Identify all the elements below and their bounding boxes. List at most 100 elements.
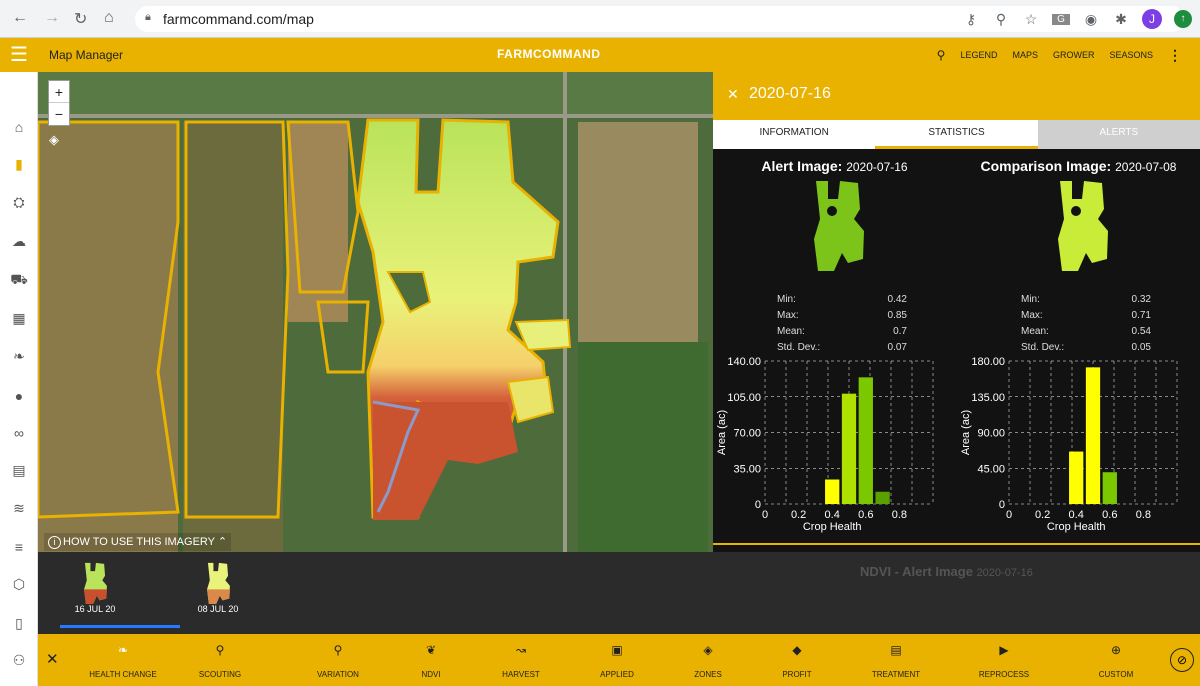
equipment-nav-icon[interactable]: ⛭ [0,194,38,211]
key-icon[interactable]: ⚷ [962,11,980,28]
profit-icon: ◆ [792,643,802,657]
play-icon: ▶ [999,643,1009,657]
layers-icon[interactable]: ◈ [49,132,59,148]
panel-date: 2020-07-16 [749,85,831,102]
imagery-date-label: 16 JUL 20 [74,604,116,614]
field-nav-icon[interactable]: ≡ [0,539,38,555]
x-tick-label: 0.8 [892,509,907,521]
binoculars-nav-icon[interactable]: ∞ [0,425,38,441]
wind-nav-icon[interactable]: ≋ [0,500,38,517]
layer-title: NDVI - Alert Image 2020-07-16 [860,564,1033,579]
bottombar-zones[interactable]: ◈ ZONES [663,634,753,686]
tab-alerts[interactable]: ALERTS [1037,120,1200,149]
x-tick-label: 0.6 [1102,509,1117,521]
bottombar-treatment[interactable]: ▤ TREATMENT [851,634,941,686]
clipboard-nav-icon[interactable]: ▤ [0,462,38,479]
histogram-bar [1085,367,1101,504]
how-to-label: HOW TO USE THIS IMAGERY [63,536,215,548]
bottombar-label: PROFIT [782,670,812,679]
bottombar-scouting[interactable]: ⚲ SCOUTING [175,634,265,686]
imagery-thumbnail [84,562,107,604]
extension-g-icon[interactable]: G [1052,13,1070,25]
lock-icon: 🔒︎ [145,11,151,23]
hide-icon[interactable]: ⊘ [1170,648,1194,672]
star-icon[interactable]: ☆ [1022,11,1040,28]
comparison-image-thumbnail [1058,181,1108,271]
comparison-image-section: Comparison Image: 2020-07-08 Min: 0.32 Ma… [957,149,1200,547]
profile-avatar[interactable]: J [1142,9,1162,29]
nav-seasons[interactable]: SEASONS [1109,50,1153,60]
zoom-out-button[interactable]: − [49,103,69,125]
more-vert-icon[interactable]: ⋮ [1168,47,1182,64]
bottombar-label: HEALTH CHANGE [89,670,157,679]
calendar-nav-icon[interactable]: ▦ [0,310,38,327]
bottombar-ndvi[interactable]: ❦ NDVI [386,634,476,686]
users-nav-icon[interactable]: ⚇ [0,652,38,669]
tractor-nav-icon[interactable]: ⛟ [0,271,38,290]
imagery-card-08-jul[interactable]: 08 JUL 20 [183,560,253,628]
y-tick-label: 105.00 [727,392,761,404]
weight-nav-icon[interactable]: ⬡ [0,576,38,593]
bottombar-label: NDVI [421,670,441,679]
x-tick-label: 0.4 [1069,509,1084,521]
how-to-use-imagery-button[interactable]: i HOW TO USE THIS IMAGERY ⌃ [44,533,232,551]
extension-circle-icon[interactable]: ◉ [1082,11,1100,28]
home-icon[interactable]: ⌂ [104,9,114,27]
imagery-card-16-jul[interactable]: 16 JUL 20 [60,560,180,628]
alert-histogram-svg: 0 35.00 70.00 105.00 140.00 0 0.2 0.4 0.6 0.8 Crop… [716,356,934,533]
tab-information[interactable]: INFORMATION [713,120,876,149]
close-toolbar-icon[interactable]: ✕ [46,650,59,668]
puzzle-icon[interactable]: ✱ [1112,11,1130,28]
forward-icon[interactable]: → [44,9,60,27]
left-sidebar: ☰ ⌂ ▮ ⛭ ☁ ⛟ ▦ ❧ ● ∞ ▤ ≋ ≡ ⬡ ▯ ⚇ [0,38,38,686]
x-tick-label: 0.6 [858,509,873,521]
panel-divider [713,543,1200,545]
page-title: Map Manager [49,48,124,62]
bottombar-custom[interactable]: ⊕ CUSTOM [1071,634,1161,686]
map-nav-icon[interactable]: ▮ [0,156,38,173]
x-tick-label: 0 [1006,509,1012,521]
x-tick-label: 0.4 [825,509,840,521]
document-nav-icon[interactable]: ▯ [0,615,38,632]
histogram-bar [825,479,840,504]
update-icon[interactable]: ↑ [1174,10,1192,28]
panel-tabs: INFORMATION STATISTICS ALERTS [713,120,1200,149]
bottombar-reprocess[interactable]: ▶ REPROCESS [959,634,1049,686]
nav-maps[interactable]: MAPS [1012,50,1038,60]
y-axis-label: Area (ac) [716,410,728,455]
satellite-map[interactable] [38,72,713,552]
water-nav-icon[interactable]: ● [0,388,38,404]
bottombar-profit[interactable]: ◆ PROFIT [752,634,842,686]
bottombar-health-change[interactable]: ❧ HEALTH CHANGE [78,634,168,686]
crop-nav-icon[interactable]: ❧ [0,348,38,365]
imagery-thumbnail [207,562,230,604]
zoom-in-button[interactable]: + [49,81,69,103]
bottombar-applied[interactable]: ▣ APPLIED [572,634,662,686]
bottombar-variation[interactable]: ⚲ VARIATION [293,634,383,686]
menu-icon[interactable]: ☰ [0,38,38,72]
bottombar-label: ZONES [694,670,722,679]
reload-icon[interactable]: ↻ [74,9,87,29]
x-tick-label: 0.2 [1035,509,1050,521]
browser-toolbar: ← → ↻ ⌂ 🔒︎ farmcommand.com/map ⚷ ⚲ ☆ G ◉… [0,0,1200,38]
comparison-image-title: Comparison Image: 2020-07-08 [980,158,1177,174]
y-tick-label: 140.00 [727,356,761,368]
zoom-icon[interactable]: ⚲ [992,11,1010,28]
x-tick-label: 0.8 [1136,509,1151,521]
tab-statistics[interactable]: STATISTICS [875,120,1038,149]
nav-legend[interactable]: LEGEND [960,50,997,60]
variation-icon: ⚲ [333,643,343,657]
y-tick-label: 0 [755,499,761,511]
back-icon[interactable]: ← [12,9,28,27]
histogram-bar [1102,472,1117,504]
search-icon[interactable]: ⚲ [937,48,946,62]
alert-image-thumbnail [814,181,864,271]
nav-grower[interactable]: GROWER [1053,50,1095,60]
close-panel-icon[interactable]: ✕ [727,86,739,103]
histogram-bar [858,377,873,504]
weather-nav-icon[interactable]: ☁ [0,233,38,250]
treatment-icon: ▤ [890,643,902,657]
x-axis-label: Crop Health [803,521,862,533]
bottombar-harvest[interactable]: ↝ HARVEST [476,634,566,686]
home-nav-icon[interactable]: ⌂ [0,119,38,135]
